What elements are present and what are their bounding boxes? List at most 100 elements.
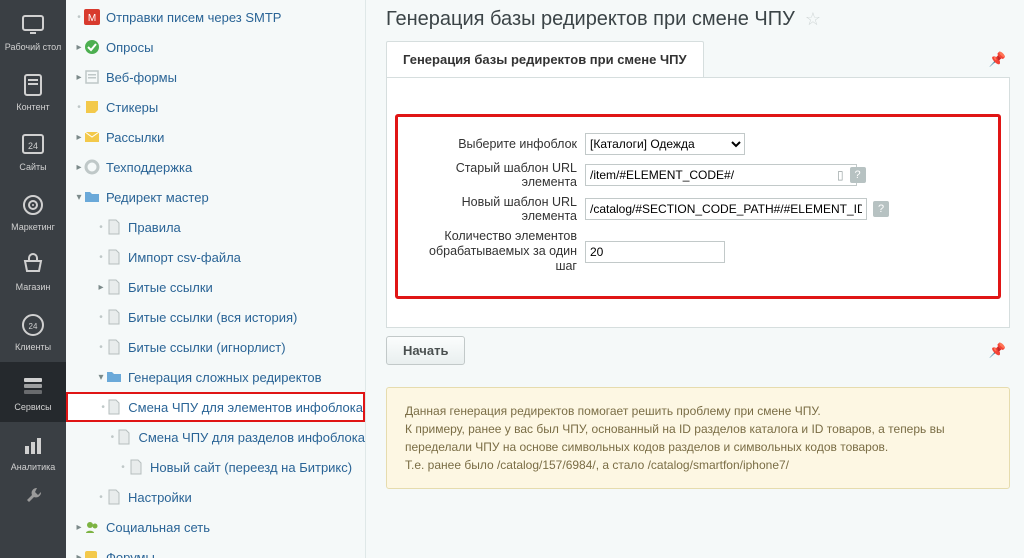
tree-item[interactable]: ▸ Опросы bbox=[66, 32, 365, 62]
chevron-right-icon: ▸ bbox=[74, 132, 84, 143]
note-line: Т.е. ранее было /catalog/157/6984/, а ст… bbox=[405, 456, 991, 474]
tree-item[interactable]: ▸Форумы bbox=[66, 542, 365, 558]
tree-item-label: Генерация сложных редиректов bbox=[128, 370, 322, 385]
tree-item-label: Опросы bbox=[106, 40, 153, 55]
wrench-icon bbox=[23, 485, 43, 505]
content-icon bbox=[20, 72, 46, 98]
note-line: Данная генерация редиректов помогает реш… bbox=[405, 402, 991, 420]
sites-icon: 24 bbox=[20, 132, 46, 158]
tree-item-icon bbox=[106, 219, 122, 235]
tree-item[interactable]: ▸Техподдержка bbox=[66, 152, 365, 182]
bullet-icon: • bbox=[74, 102, 84, 113]
tree-item-icon bbox=[106, 249, 122, 265]
tree-item-icon bbox=[106, 489, 122, 505]
svg-text:24: 24 bbox=[28, 141, 38, 151]
iconbar-services[interactable]: Сервисы bbox=[0, 362, 66, 422]
tree-item-label: Новый сайт (переезд на Битрикс) bbox=[150, 460, 352, 475]
tree-item[interactable]: •Правила bbox=[66, 212, 365, 242]
tree-item[interactable]: ▾ Генерация сложных редиректов bbox=[66, 362, 365, 392]
tree-item-label: Битые ссылки bbox=[128, 280, 213, 295]
iconbar-label: Клиенты bbox=[15, 342, 51, 352]
tree-item-label: Веб-формы bbox=[106, 70, 177, 85]
navigation-tree: • M Отправки писем через SMTP ▸ Опросы ▸ Веб-ф… bbox=[66, 0, 366, 558]
iconbar-more[interactable] bbox=[0, 482, 66, 512]
tree-item-label: Стикеры bbox=[106, 100, 158, 115]
chevron-down-icon: ▾ bbox=[96, 372, 106, 383]
form-highlight-box: Выберите инфоблок [Каталоги] Одежда Стар… bbox=[395, 114, 1001, 299]
iconbar-marketing[interactable]: Маркетинг bbox=[0, 182, 66, 242]
iconbar-sites[interactable]: 24 Сайты bbox=[0, 122, 66, 182]
tree-item-label: Форумы bbox=[106, 550, 155, 558]
iconbar-label: Маркетинг bbox=[11, 222, 55, 232]
tree-item[interactable]: •Смена ЧПУ для элементов инфоблока bbox=[66, 392, 365, 422]
pin-icon[interactable]: 📌 bbox=[989, 51, 1006, 68]
tree-item-label: Битые ссылки (игнорлист) bbox=[128, 340, 286, 355]
tree-item-icon bbox=[84, 159, 100, 175]
tree-item-label: Импорт csv-файла bbox=[128, 250, 241, 265]
chevron-right-icon: ▸ bbox=[74, 522, 84, 533]
info-note: Данная генерация редиректов помогает реш… bbox=[386, 387, 1010, 489]
tree-item[interactable]: • Настройки bbox=[66, 482, 365, 512]
bullet-icon: • bbox=[74, 12, 84, 23]
tree-item-label: Отправки писем через SMTP bbox=[106, 10, 281, 25]
tree-item-label: Настройки bbox=[128, 490, 192, 505]
tree-item-icon bbox=[84, 99, 100, 115]
iconbar-clients[interactable]: 24 Клиенты bbox=[0, 302, 66, 362]
input-step[interactable] bbox=[585, 241, 725, 263]
tree-item-icon bbox=[106, 279, 122, 295]
tree-item[interactable]: • M Отправки писем через SMTP bbox=[66, 2, 365, 32]
analytics-icon bbox=[20, 432, 46, 458]
marketing-icon bbox=[20, 192, 46, 218]
input-old-template[interactable] bbox=[585, 164, 857, 186]
bullet-icon: • bbox=[96, 222, 106, 233]
bullet-icon: • bbox=[96, 252, 106, 263]
select-iblock[interactable]: [Каталоги] Одежда bbox=[585, 133, 745, 155]
help-icon[interactable]: ? bbox=[873, 201, 889, 217]
pin-icon[interactable]: 📌 bbox=[989, 342, 1006, 359]
tree-item-icon bbox=[84, 39, 100, 55]
iconbar-label: Рабочий стол bbox=[5, 42, 62, 52]
tree-item[interactable]: •Новый сайт (переезд на Битрикс) bbox=[66, 452, 365, 482]
desktop-icon bbox=[20, 12, 46, 38]
tree-item[interactable]: ▸ Веб-формы bbox=[66, 62, 365, 92]
shop-icon bbox=[20, 252, 46, 278]
bullet-icon: • bbox=[108, 432, 116, 443]
svg-text:M: M bbox=[88, 13, 96, 24]
tree-item[interactable]: •Смена ЧПУ для разделов инфоблока bbox=[66, 422, 365, 452]
iconbar-content[interactable]: Контент bbox=[0, 62, 66, 122]
tree-item-icon bbox=[116, 429, 132, 445]
iconbar-label: Сайты bbox=[19, 162, 46, 172]
note-line: К примеру, ранее у вас был ЧПУ, основанн… bbox=[405, 420, 991, 456]
tabs: Генерация базы редиректов при смене ЧПУ … bbox=[386, 41, 1010, 78]
iconbar-analytics[interactable]: Аналитика bbox=[0, 422, 66, 482]
start-button[interactable]: Начать bbox=[386, 336, 465, 365]
tree-item-icon bbox=[106, 309, 122, 325]
tree-item[interactable]: ▸Социальная сеть bbox=[66, 512, 365, 542]
chevron-right-icon: ▸ bbox=[74, 72, 84, 83]
tree-item[interactable]: •Битые ссылки (игнорлист) bbox=[66, 332, 365, 362]
tree-item[interactable]: • Импорт csv-файла bbox=[66, 242, 365, 272]
chevron-right-icon: ▸ bbox=[74, 42, 84, 53]
iconbar-desktop[interactable]: Рабочий стол bbox=[0, 2, 66, 62]
tree-item[interactable]: ▸ Битые ссылки bbox=[66, 272, 365, 302]
bullet-icon: • bbox=[96, 492, 106, 503]
row-step: Количество элементов обрабатываемых за о… bbox=[410, 229, 986, 274]
tree-item-label: Редирект мастер bbox=[106, 190, 209, 205]
label-iblock: Выберите инфоблок bbox=[410, 137, 585, 151]
svg-text:24: 24 bbox=[29, 322, 38, 331]
tree-item[interactable]: ▾ Редирект мастер bbox=[66, 182, 365, 212]
tab-main[interactable]: Генерация базы редиректов при смене ЧПУ bbox=[386, 41, 704, 77]
favorite-icon[interactable]: ☆ bbox=[805, 9, 821, 30]
row-new-template: Новый шаблон URL элемента ? bbox=[410, 195, 986, 223]
help-icon[interactable]: ? bbox=[850, 167, 866, 183]
tree-item[interactable]: ▸Рассылки bbox=[66, 122, 365, 152]
tree-item[interactable]: •Битые ссылки (вся история) bbox=[66, 302, 365, 332]
chevron-down-icon: ▾ bbox=[74, 192, 84, 203]
iconbar-label: Сервисы bbox=[14, 402, 51, 412]
tree-item[interactable]: • Стикеры bbox=[66, 92, 365, 122]
input-new-template[interactable] bbox=[585, 198, 867, 220]
main-content: Генерация базы редиректов при смене ЧПУ … bbox=[366, 0, 1024, 558]
label-old-template: Старый шаблон URL элемента bbox=[410, 161, 585, 189]
iconbar-shop[interactable]: Магазин bbox=[0, 242, 66, 302]
chevron-right-icon: ▸ bbox=[96, 282, 106, 293]
